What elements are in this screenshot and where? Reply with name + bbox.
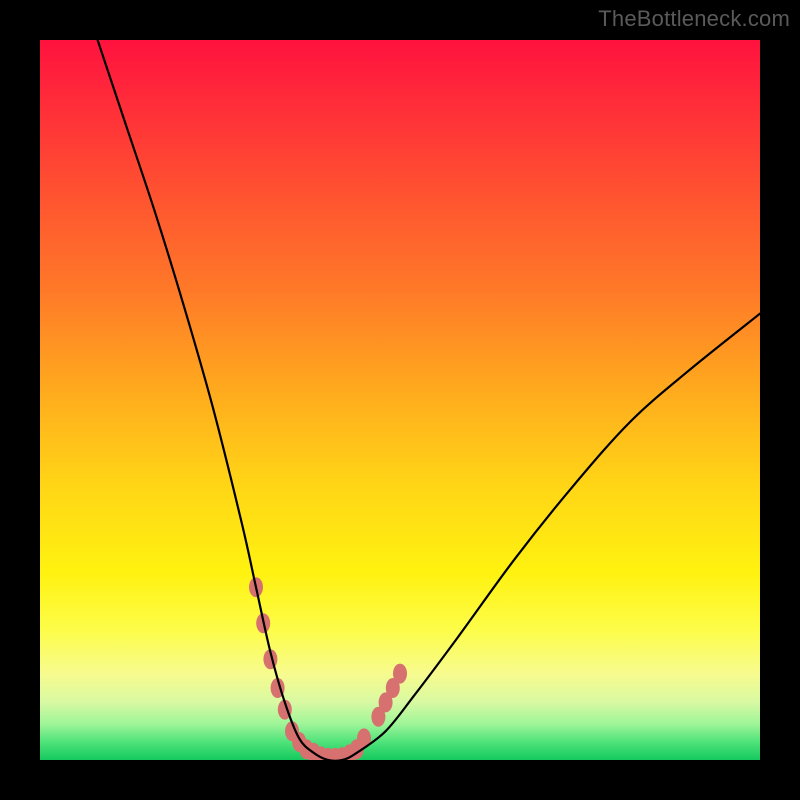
highlight-marker	[393, 664, 407, 684]
chart-frame: TheBottleneck.com	[0, 0, 800, 800]
curve-layer	[40, 40, 760, 760]
plot-area	[40, 40, 760, 760]
watermark-text: TheBottleneck.com	[598, 6, 790, 32]
bottleneck-curve	[98, 40, 760, 760]
